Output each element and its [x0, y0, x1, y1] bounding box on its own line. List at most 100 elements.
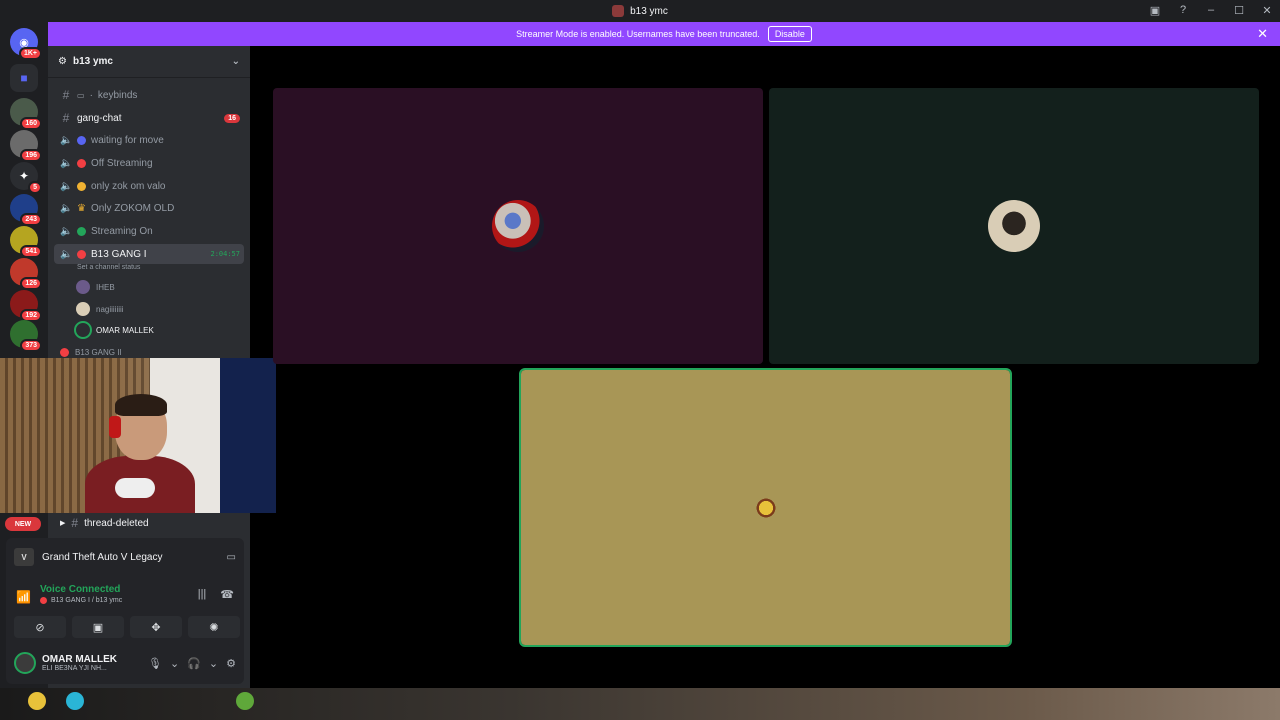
guild-badge: 243 [20, 213, 42, 226]
new-badge[interactable]: NEW [5, 517, 41, 531]
channel-name: Off Streaming [91, 157, 153, 169]
window-title-text: b13 ymc [630, 5, 668, 17]
activities-button[interactable]: ✥ [130, 616, 182, 638]
share-screen-button[interactable]: ▣ [72, 616, 124, 638]
call-tile[interactable] [769, 88, 1259, 364]
server-icon: ⚙ [58, 56, 67, 67]
channel-gang-chat[interactable]: # gang-chat 16 [54, 108, 244, 128]
camera-off-button[interactable]: ⊘ [14, 616, 66, 638]
disable-streamer-button[interactable]: Disable [767, 26, 812, 42]
guild-icon[interactable]: 243 [10, 194, 42, 226]
call-tile[interactable] [273, 88, 763, 364]
server-header[interactable]: ⚙ b13 ymc ⌄ [48, 46, 250, 78]
voice-user-name: nagiiiiiiii [96, 304, 124, 314]
headphones-icon[interactable]: 🎧 [187, 657, 201, 670]
signal-icon[interactable]: 📶 [16, 590, 31, 604]
inbox-icon[interactable]: ▣ [1148, 3, 1162, 17]
rules-icon: ▭ [77, 90, 85, 100]
guild-badge: 160 [20, 117, 42, 130]
home-discord-icon[interactable]: ◉ 1K+ [10, 28, 42, 60]
maximize-button[interactable]: ☐ [1232, 3, 1246, 17]
caret-icon: ▶ [60, 520, 66, 527]
server-name: b13 ymc [72, 56, 113, 67]
door [220, 358, 276, 513]
set-channel-status[interactable]: Set a channel status [77, 264, 140, 271]
chevron-down-icon[interactable]: ⌄ [232, 56, 240, 67]
speaker-icon: 🔈 [60, 157, 73, 169]
chevron-down-icon[interactable]: ⌄ [209, 657, 218, 670]
headset [109, 416, 121, 438]
microphone [115, 478, 155, 498]
soundboard-button[interactable]: ✺ [188, 616, 240, 638]
chevron-down-icon[interactable]: ⌄ [170, 657, 179, 670]
voice-user[interactable]: OMAR MALLEK [74, 321, 154, 339]
user-controls: 🎙 ⌄ 🎧 ⌄ ⚙ [148, 657, 236, 670]
guild-icon[interactable]: 373 [10, 320, 42, 352]
avatar [76, 302, 90, 316]
game-logo-icon: V [14, 548, 34, 566]
close-window-button[interactable]: ✕ [1260, 3, 1274, 17]
status-dot [77, 249, 86, 259]
server-mini-icon [612, 5, 625, 17]
voice-channel[interactable]: 🔈 Streaming On [54, 221, 244, 241]
guild-icon[interactable]: 541 [10, 226, 42, 258]
channel-name: waiting for move [91, 134, 164, 146]
user-info[interactable]: OMAR MALLEK ELI BE3NA YJI NH... [42, 654, 117, 672]
guild-icon[interactable]: 192 [10, 290, 42, 322]
folder-icon[interactable]: ■ [10, 64, 38, 92]
hash-icon: # [71, 516, 79, 530]
voice-channel[interactable]: 🔈 waiting for move [54, 130, 244, 150]
speaker-icon: 🔈 [60, 180, 73, 192]
guild-badge: 373 [20, 339, 42, 352]
status-dot [77, 226, 86, 236]
avatar [988, 200, 1040, 252]
noise-suppression-icon[interactable]: ||| [198, 588, 207, 601]
avatar [492, 200, 544, 252]
activity-panel[interactable]: V Grand Theft Auto V Legacy ▭ [6, 538, 244, 576]
minimize-button[interactable]: – [1204, 3, 1218, 17]
status-dot [60, 347, 69, 357]
gear-icon[interactable]: ⚙ [226, 657, 236, 670]
guild-badge: 126 [20, 277, 42, 290]
streamer [85, 394, 195, 513]
crown-icon: ♛ [77, 202, 86, 214]
status-dot [77, 135, 86, 145]
guild-icon[interactable]: 160 [10, 98, 42, 130]
guild-badge: 541 [20, 245, 42, 258]
guild-icon[interactable]: ✦ 5 [10, 162, 42, 194]
channel-thread-deleted[interactable]: ▶ # thread-deleted [54, 513, 244, 533]
voice-channel-active[interactable]: 🔈 B13 GANG I 2:04:57 [54, 244, 244, 264]
avatar[interactable] [14, 652, 36, 674]
stream-game-icon[interactable]: ▭ [227, 552, 236, 563]
title-bar: b13 ymc ▣ ? – ☐ ✕ [0, 0, 1280, 22]
close-banner-icon[interactable]: ✕ [1257, 26, 1268, 42]
channel-name: keybinds [97, 89, 138, 101]
microphone-icon[interactable]: 🎙 [148, 657, 162, 670]
speaker-icon: 🔈 [60, 202, 73, 214]
status-dot [77, 181, 86, 191]
channel-name: Streaming On [91, 225, 153, 237]
voice-user[interactable]: IHEB [76, 278, 115, 296]
status-dot [77, 158, 86, 168]
help-icon[interactable]: ? [1176, 3, 1190, 17]
channel-name: gang-chat [77, 112, 122, 124]
voice-connected-panel: 📶 Voice Connected B13 GANG I / b13 ymc |… [6, 576, 244, 642]
guild-icon[interactable]: 126 [10, 258, 42, 290]
guild-badge: 196 [20, 149, 42, 162]
voice-user[interactable]: nagiiiiiiii [76, 300, 124, 318]
voice-channel-partial[interactable]: B13 GANG II [60, 347, 122, 357]
disconnect-icon[interactable]: ☎ [220, 588, 234, 601]
channel-name: B13 GANG II [75, 347, 122, 357]
voice-channel[interactable]: 🔈 only zok om valo [54, 176, 244, 196]
user-name: OMAR MALLEK [42, 654, 117, 665]
webcam-overlay [0, 358, 276, 513]
voice-channel[interactable]: 🔈 Off Streaming [54, 153, 244, 173]
channel-keybinds[interactable]: # ▭ · keybinds [54, 85, 244, 105]
voice-user-name: IHEB [96, 282, 115, 292]
call-tile-speaking[interactable] [519, 368, 1012, 647]
guild-badge: 5 [28, 181, 42, 194]
window-controls: ▣ ? – ☐ ✕ [1148, 3, 1274, 17]
guild-icon[interactable]: 196 [10, 130, 42, 162]
voice-channel[interactable]: 🔈 ♛ Only ZOKOM OLD [54, 198, 244, 218]
channel-name: Only ZOKOM OLD [90, 202, 175, 214]
